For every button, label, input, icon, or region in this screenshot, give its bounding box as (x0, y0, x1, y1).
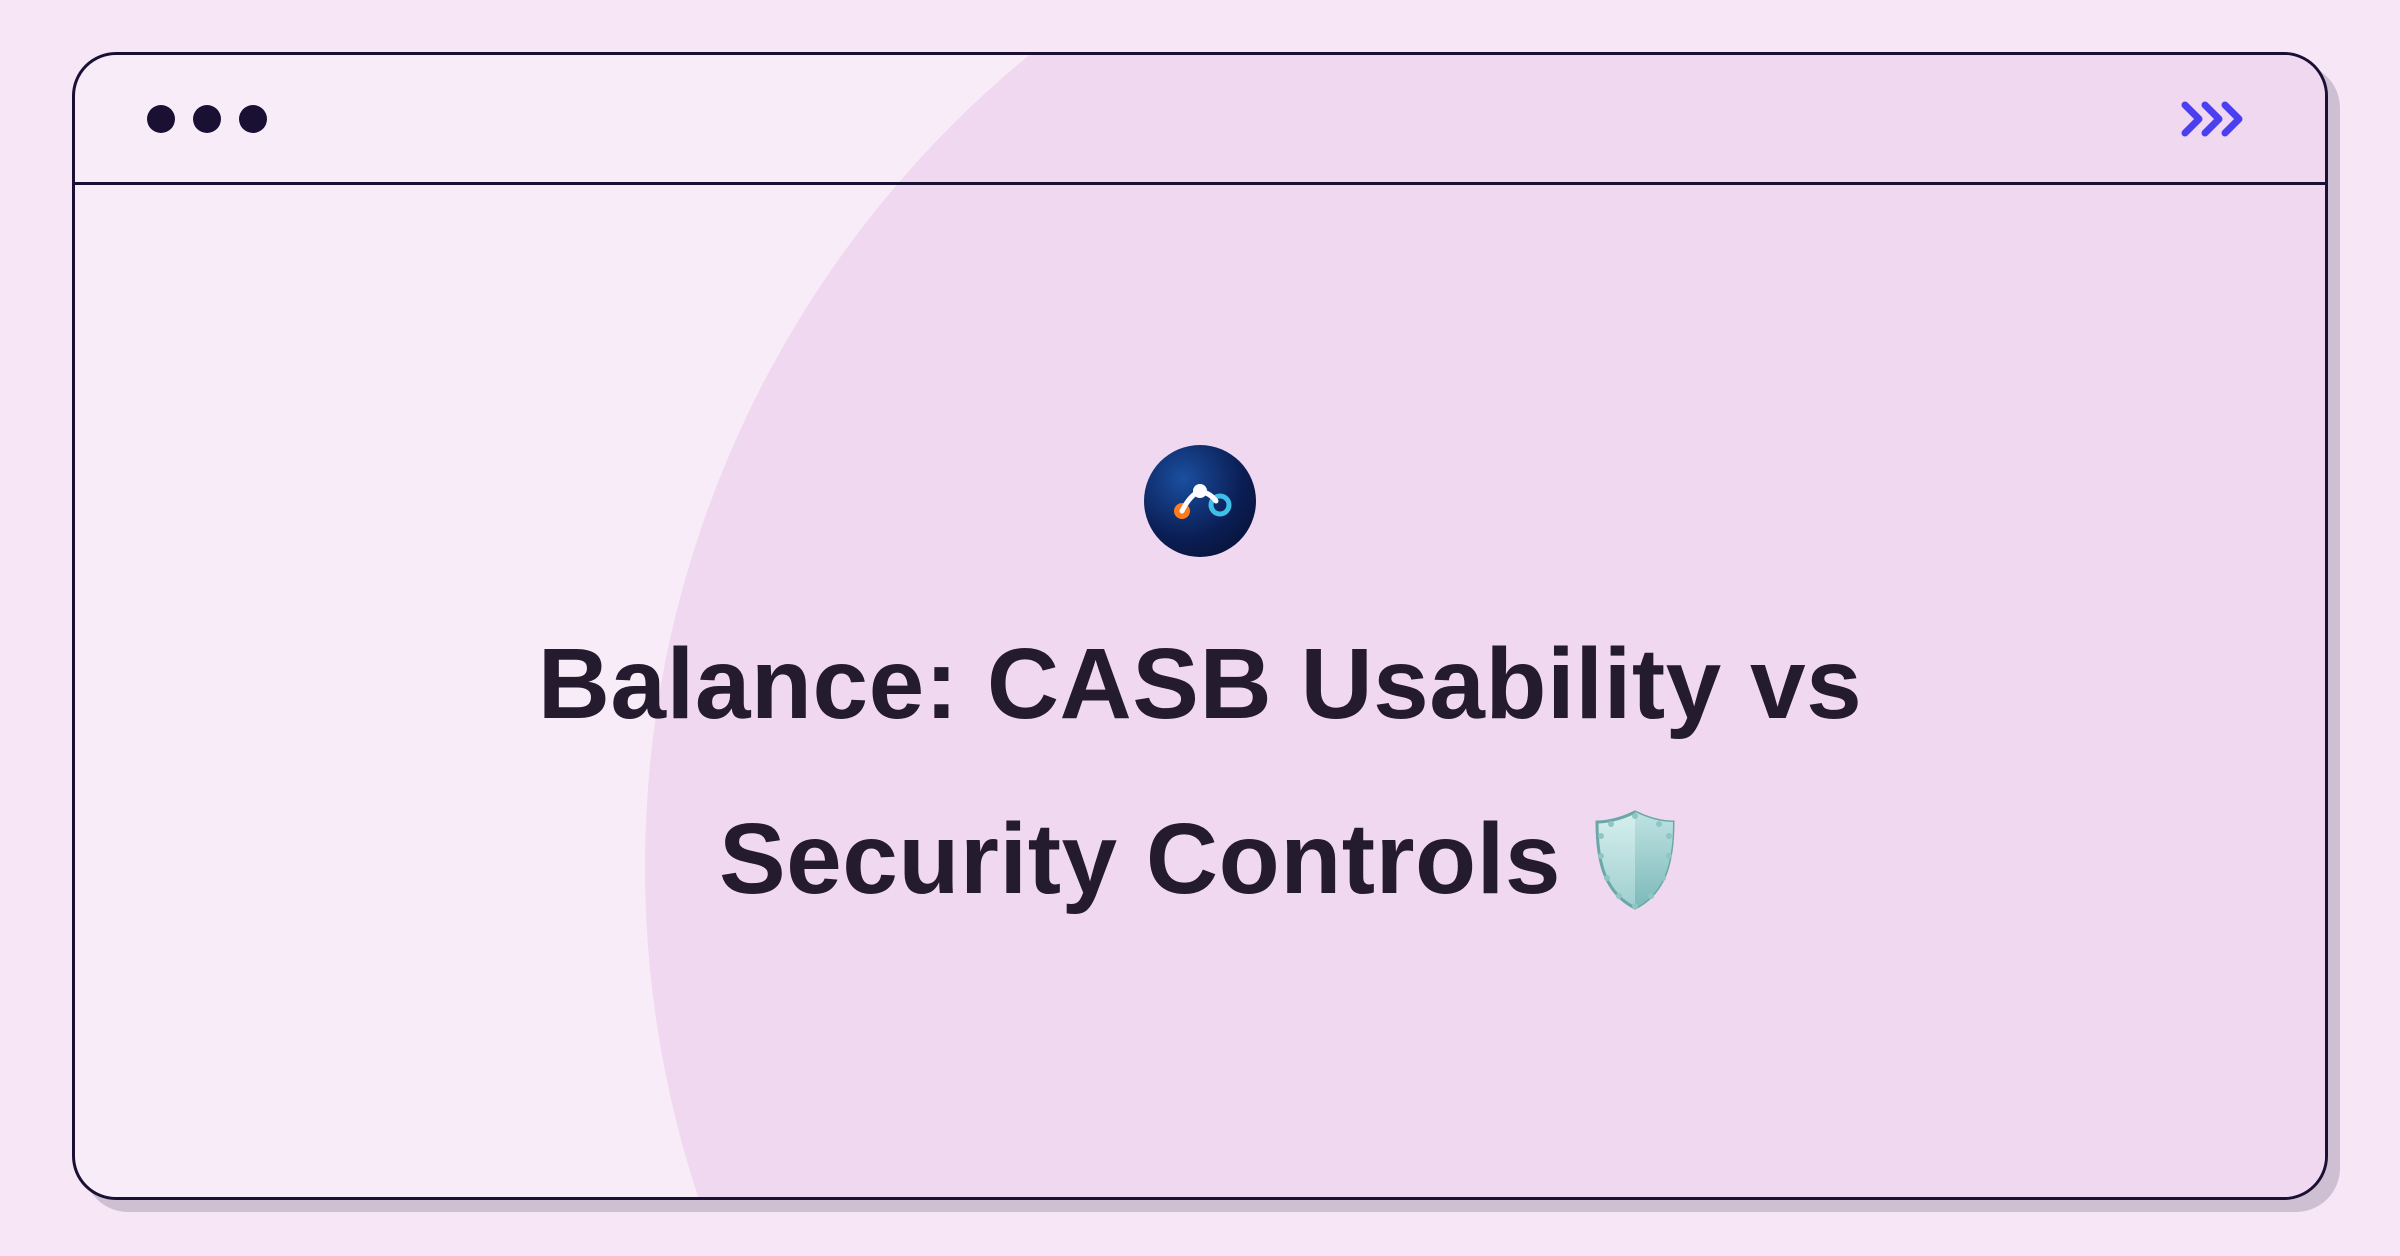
window-dot-icon (239, 105, 267, 133)
headline-line-2: Security Controls (719, 802, 1681, 917)
shield-icon (1589, 806, 1681, 914)
brand-logo-icon (1144, 445, 1256, 557)
card-content: Balance: CASB Usability vs Security Cont… (75, 185, 2325, 1197)
headline-text-1: Balance: CASB Usability vs (538, 627, 1863, 742)
window-traffic-lights (147, 105, 267, 133)
window-dot-icon (193, 105, 221, 133)
window-titlebar (75, 55, 2325, 185)
headline-text-2: Security Controls (719, 802, 1561, 917)
browser-window-card: Balance: CASB Usability vs Security Cont… (72, 52, 2328, 1200)
headline-group: Balance: CASB Usability vs Security Cont… (538, 627, 1863, 917)
forward-chevrons-icon (2181, 101, 2253, 137)
headline-line-1: Balance: CASB Usability vs (538, 627, 1863, 742)
window-dot-icon (147, 105, 175, 133)
